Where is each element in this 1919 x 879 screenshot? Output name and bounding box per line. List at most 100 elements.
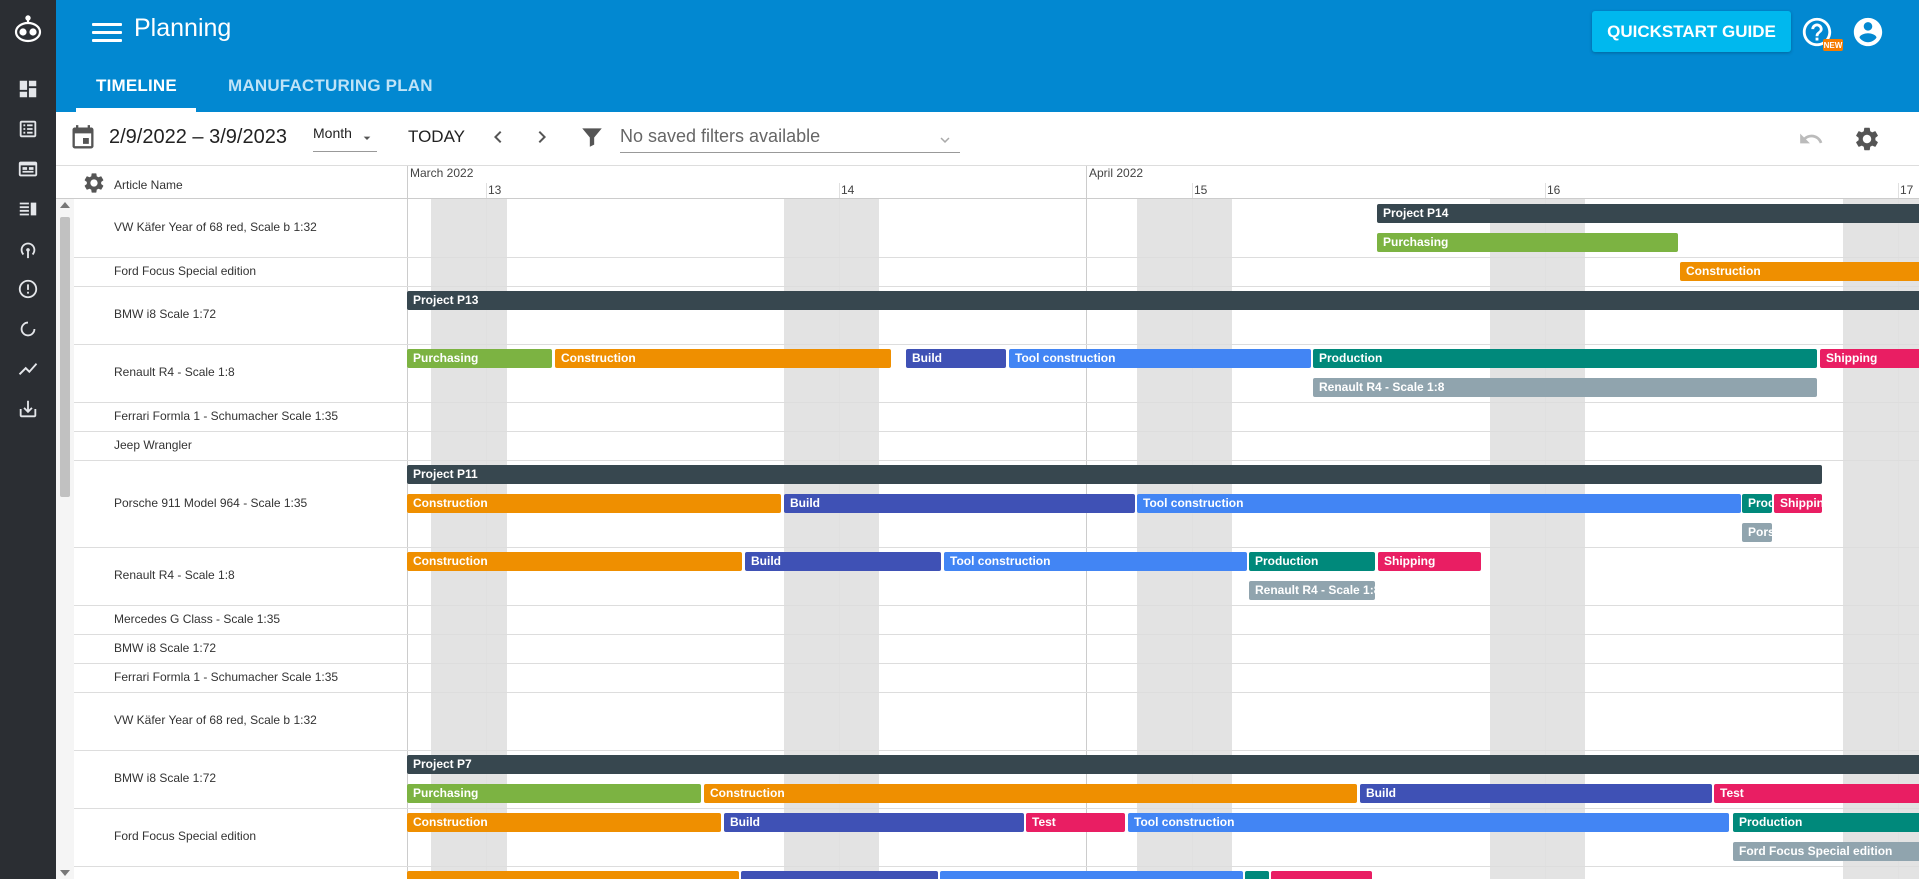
scroll-down-icon[interactable] [60, 870, 70, 876]
date-range[interactable]: 2/9/2022 – 3/9/2023 [109, 126, 287, 149]
task-bar-tool-construction[interactable] [940, 871, 1243, 879]
article-name[interactable]: BMW i8 Scale 1:72 [114, 771, 216, 785]
view-select-value: Month [313, 125, 352, 141]
row-divider [407, 257, 1919, 258]
tab-timeline[interactable]: TIMELINE [96, 76, 177, 96]
project-bar[interactable]: Project P7 [407, 755, 1919, 774]
article-name-column-header[interactable]: Article Name [114, 178, 183, 192]
account-icon[interactable] [1851, 15, 1885, 49]
task-bar-tool-construction[interactable]: Tool construction [1009, 349, 1311, 368]
article-name[interactable]: Renault R4 - Scale 1:8 [114, 568, 235, 582]
task-bar-production[interactable]: Production [1313, 349, 1817, 368]
saved-filter-select[interactable]: No saved filters available [620, 126, 960, 153]
task-bar-shipping[interactable]: Shipping [1378, 552, 1481, 571]
task-bar-test[interactable]: Test [1026, 813, 1125, 832]
task-bar-construction[interactable]: Construction [555, 349, 891, 368]
task-bar-build[interactable]: Build [724, 813, 1024, 832]
row-divider [407, 286, 1919, 287]
article-bar[interactable]: Porsche 911 Model 964 - Scale 1:35 [1742, 523, 1772, 542]
project-bar[interactable]: Project P13 [407, 291, 1919, 310]
quickstart-guide-button[interactable]: QUICKSTART GUIDE [1592, 11, 1791, 52]
article-name[interactable]: Mercedes G Class - Scale 1:35 [114, 612, 280, 626]
task-bar-construction[interactable]: Construction [407, 813, 721, 832]
task-bar-tool-construction[interactable]: Tool construction [944, 552, 1247, 571]
task-bar-test[interactable]: Test [1714, 784, 1919, 803]
task-bar-production[interactable]: Production [1742, 494, 1772, 513]
article-bar[interactable]: Ford Focus Special edition [1733, 842, 1919, 861]
article-name-column: VW Käfer Year of 68 red, Scale b 1:32 For… [74, 199, 407, 879]
article-name[interactable]: Renault R4 - Scale 1:8 [114, 365, 235, 379]
task-bar-production[interactable]: Production [1733, 813, 1919, 832]
task-bar-purchasing[interactable]: Purchasing [407, 784, 701, 803]
trend-icon[interactable] [14, 355, 42, 383]
list-icon[interactable] [14, 115, 42, 143]
alert-icon[interactable] [14, 275, 42, 303]
row-divider [74, 808, 407, 809]
tab-manufacturing-plan[interactable]: MANUFACTURING PLAN [228, 76, 433, 96]
chevron-down-icon [363, 136, 371, 140]
timeline-area: March 2022 April 2022 13 14 15 16 17 Project P1… [407, 166, 1919, 879]
sidebar [0, 0, 56, 879]
task-bar-production[interactable]: Production [1249, 552, 1375, 571]
today-button[interactable]: TODAY [408, 127, 465, 147]
article-name[interactable]: BMW i8 Scale 1:72 [114, 641, 216, 655]
row-divider [74, 663, 407, 664]
article-name[interactable]: Jeep Wrangler [114, 438, 192, 452]
task-bar-construction[interactable]: Construction [407, 494, 781, 513]
task-bar-build[interactable]: Build [745, 552, 941, 571]
article-name[interactable]: Ferrari Formla 1 - Schumacher Scale 1:35 [114, 670, 338, 684]
task-bar-build[interactable]: Build [1360, 784, 1712, 803]
article-name[interactable]: Ford Focus Special edition [114, 829, 256, 843]
task-bar-tool-construction[interactable]: Tool construction [1128, 813, 1729, 832]
scroll-thumb[interactable] [60, 217, 70, 497]
filter-icon[interactable] [579, 124, 605, 150]
article-name[interactable]: VW Käfer Year of 68 red, Scale b 1:32 [114, 220, 317, 234]
task-bar-tool-construction[interactable]: Tool construction [1137, 494, 1741, 513]
dashboard-icon[interactable] [14, 75, 42, 103]
radar-icon[interactable] [14, 235, 42, 263]
month-label: April 2022 [1089, 166, 1144, 180]
task-bar-construction[interactable]: Construction [1680, 262, 1919, 281]
new-badge: NEW [1823, 39, 1843, 51]
refresh-icon[interactable] [14, 315, 42, 343]
week-label: 17 [1900, 183, 1914, 197]
calendar-icon[interactable] [69, 124, 97, 152]
task-bar-production[interactable] [1245, 871, 1269, 879]
article-name[interactable]: VW Käfer Year of 68 red, Scale b 1:32 [114, 713, 317, 727]
task-bar-purchasing[interactable]: Purchasing [407, 349, 552, 368]
task-bar-shipping[interactable]: Shipping [1774, 494, 1822, 513]
project-bar[interactable]: Project P11 [407, 465, 1822, 484]
task-bar-build[interactable]: Build [906, 349, 1006, 368]
view-icon[interactable] [14, 195, 42, 223]
row-divider [407, 402, 1919, 403]
task-bar-build[interactable] [741, 871, 938, 879]
download-icon[interactable] [14, 395, 42, 423]
settings-gear-icon[interactable] [1853, 125, 1881, 153]
vertical-scrollbar[interactable] [56, 199, 74, 879]
article-bar[interactable]: Renault R4 - Scale 1:8 [1249, 581, 1375, 600]
row-divider [74, 402, 407, 403]
article-bar[interactable]: Renault R4 - Scale 1:8 [1313, 378, 1817, 397]
article-name[interactable]: Ferrari Formla 1 - Schumacher Scale 1:35 [114, 409, 338, 423]
chevron-right-icon[interactable] [530, 125, 554, 149]
menu-icon[interactable] [92, 18, 122, 46]
task-bar-build[interactable]: Build [784, 494, 1135, 513]
project-bar[interactable]: Project P14 [1377, 204, 1919, 223]
task-bar-shipping[interactable] [1271, 871, 1372, 879]
row-divider [407, 547, 1919, 548]
article-name[interactable]: Ford Focus Special edition [114, 264, 256, 278]
task-bar-construction[interactable] [407, 871, 739, 879]
article-name[interactable]: Porsche 911 Model 964 - Scale 1:35 [114, 496, 307, 510]
scroll-up-icon[interactable] [60, 202, 70, 208]
chevron-left-icon[interactable] [486, 125, 510, 149]
task-bar-purchasing[interactable]: Purchasing [1377, 233, 1678, 252]
robot-logo-icon[interactable] [12, 14, 44, 46]
calendar-icon[interactable] [14, 155, 42, 183]
column-settings-gear-icon[interactable] [82, 171, 106, 195]
task-bar-construction[interactable]: Construction [407, 552, 742, 571]
article-name[interactable]: BMW i8 Scale 1:72 [114, 307, 216, 321]
task-bar-construction[interactable]: Construction [704, 784, 1357, 803]
task-bar-shipping[interactable]: Shipping [1820, 349, 1919, 368]
undo-icon[interactable] [1798, 126, 1824, 152]
view-select[interactable]: Month [313, 125, 377, 152]
